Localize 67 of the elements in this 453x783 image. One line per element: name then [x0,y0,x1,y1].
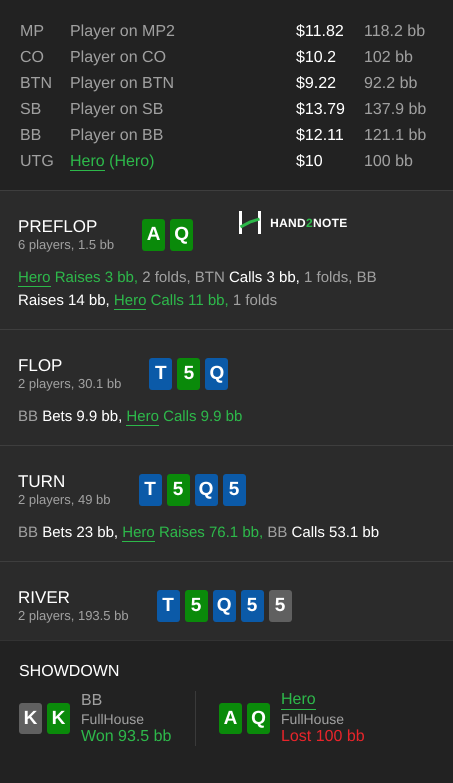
logo-icon [239,211,262,234]
hero-link[interactable]: Hero [18,269,51,287]
result-amount: Won 93.5 bb [81,728,172,746]
playing-card: 5 [222,474,246,506]
hero-link[interactable]: Hero [70,153,105,171]
street-info: 2 players, 49 bb [18,492,111,507]
street-info: 2 players, 30.1 bb [18,376,122,391]
playing-card: 5 [184,590,208,622]
playing-card: 5 [240,590,264,622]
hero-link[interactable]: Hero [126,408,159,426]
position-label: CO [20,49,45,67]
stack-bb: 121.1 bb [364,127,428,145]
stack-amount: $12.11 [296,127,345,145]
position-label: UTG [20,153,55,171]
stack-amount: $10 [296,153,324,171]
hand-rank: FullHouse [281,710,346,728]
playing-card: Q [170,218,194,250]
stack-amount: $11.82 [296,23,345,41]
hand-rank: FullHouse [81,710,146,728]
hero-link[interactable]: Hero [114,292,146,310]
action-summary: Hero Raises 3 bb, 2 folds, BTN Calls 3 bb, 1 folds, BB Raises 14 bb, Hero Calls 11 bb, 1 folds [18,268,378,312]
stack-bb: 92.2 bb [364,75,418,93]
stack-amount: $10.2 [296,49,338,67]
stack-bb: 137.9 bb [364,101,428,119]
stack-bb: 100 bb [364,153,414,171]
stack-bb: 118.2 bb [364,23,426,41]
street-title: FLOP [18,356,64,376]
hero-tag: (Hero) [109,153,154,170]
playing-card: A [219,703,242,734]
position-label: BB [20,127,42,145]
street-info: 6 players, 1.5 bb [18,237,114,252]
street-title: TURN [18,472,66,492]
player-name: Player on MP2 [70,23,175,40]
position-label: MP [20,23,45,41]
stack-bb: 102 bb [364,49,414,67]
playing-card: 5 [177,358,200,390]
playing-card: 5 [166,474,190,506]
street-title: PREFLOP [18,217,98,237]
hero-link[interactable]: Hero [122,524,155,542]
playing-card: T [149,358,172,390]
playing-card: Q [247,703,270,734]
section-title: SHOWDOWN [19,663,120,681]
playing-card: T [138,474,162,506]
result-amount: Lost 100 bb [281,728,365,746]
playing-card: A [142,218,166,250]
position-label: BTN [20,75,53,93]
player-name: Player on CO [70,49,166,66]
player-name: Player on BB [70,127,164,144]
player-name: Player on BTN [70,75,174,92]
playing-card: Q [212,590,236,622]
player-name: Player on SB [70,101,164,118]
logo-text: HAND2NOTE [270,216,348,230]
street-title: RIVER [18,588,71,608]
action-summary: BB Bets 23 bb, Hero Raises 76.1 bb, BB Calls 53.1 bb [18,523,380,544]
player-name: BB [81,692,104,710]
playing-card: T [156,590,180,622]
playing-card: Q [194,474,218,506]
hero-link[interactable]: Hero [281,691,316,710]
stack-amount: $9.22 [296,75,338,93]
playing-card: K [19,703,42,734]
position-label: SB [20,101,42,119]
street-info: 2 players, 193.5 bb [18,608,129,623]
playing-card: Q [205,358,228,390]
stack-amount: $13.79 [296,101,346,119]
action-summary: BB Bets 9.9 bb, Hero Calls 9.9 bb [18,407,244,428]
playing-card: 5 [268,590,292,622]
playing-card: K [47,703,70,734]
